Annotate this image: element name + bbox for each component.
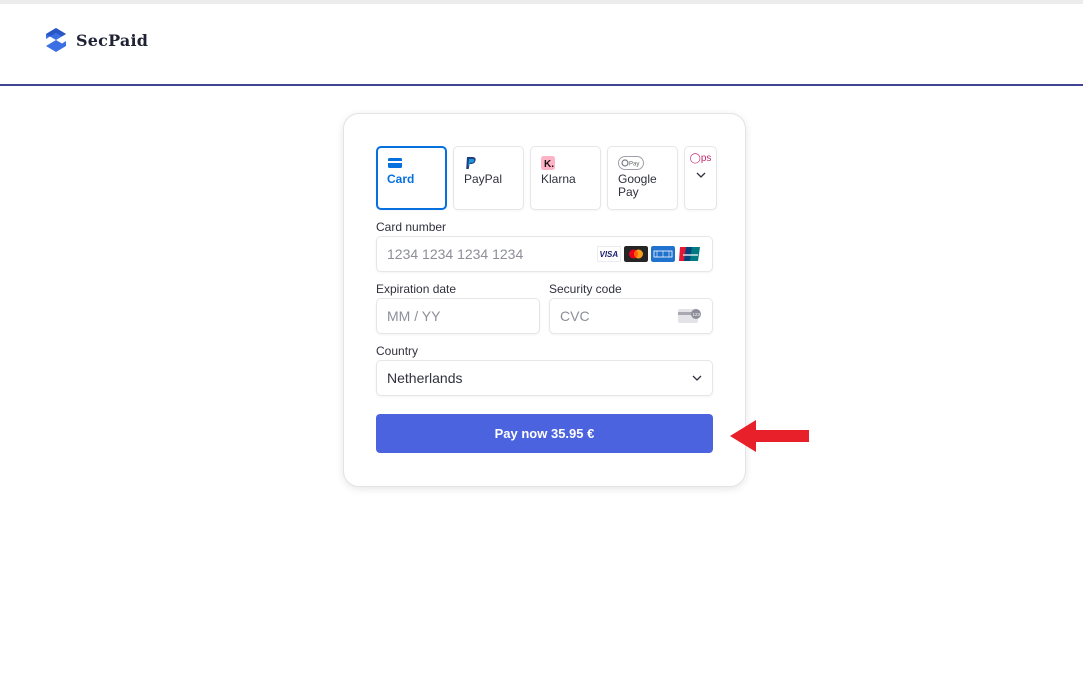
tab-google-pay[interactable]: Pay Google Pay bbox=[607, 146, 678, 210]
payment-form-panel: Card PayPal K. Klarna Pay Google Pay ◯ps… bbox=[343, 113, 746, 487]
country-value: Netherlands bbox=[387, 370, 463, 386]
site-header: SecPaid bbox=[0, 4, 1083, 86]
brand[interactable]: SecPaid bbox=[42, 26, 148, 54]
card-number-label: Card number bbox=[376, 220, 447, 234]
expiry-label: Expiration date bbox=[376, 282, 457, 296]
tab-klarna[interactable]: K. Klarna bbox=[530, 146, 601, 210]
country-select[interactable]: Netherlands bbox=[376, 360, 713, 396]
country-label: Country bbox=[376, 344, 419, 358]
svg-text:Pay: Pay bbox=[629, 162, 639, 168]
tab-more-methods[interactable]: ◯ps bbox=[684, 146, 717, 210]
google-pay-icon: Pay bbox=[618, 156, 644, 170]
tab-card[interactable]: Card bbox=[376, 146, 447, 210]
expiry-field[interactable] bbox=[376, 298, 540, 334]
tab-klarna-label: Klarna bbox=[541, 172, 576, 186]
cvc-field[interactable]: 123 bbox=[549, 298, 713, 334]
expiry-input[interactable] bbox=[377, 299, 539, 333]
more-methods-partial-label: ◯ps bbox=[689, 153, 712, 164]
tab-paypal-label: PayPal bbox=[464, 172, 503, 186]
tab-card-label: Card bbox=[387, 172, 415, 186]
visa-icon: VISA bbox=[597, 246, 621, 262]
mastercard-icon bbox=[624, 246, 648, 262]
paypal-icon bbox=[466, 157, 476, 169]
chevron-down-icon bbox=[696, 172, 705, 178]
unionpay-icon bbox=[678, 246, 702, 262]
svg-text:123: 123 bbox=[693, 312, 701, 317]
svg-text:VISA: VISA bbox=[600, 250, 619, 259]
card-brand-icons: VISA bbox=[597, 246, 702, 262]
card-number-field[interactable]: VISA bbox=[376, 236, 713, 272]
secpaid-logo-icon bbox=[46, 28, 66, 52]
cvc-label: Security code bbox=[549, 282, 622, 296]
svg-text:K.: K. bbox=[544, 159, 554, 170]
brand-name: SecPaid bbox=[76, 30, 149, 50]
pay-now-button[interactable]: Pay now 35.95 € bbox=[376, 414, 713, 453]
red-arrow-left-icon bbox=[730, 420, 809, 452]
credit-card-icon bbox=[388, 158, 402, 168]
cvc-card-icon: 123 bbox=[678, 309, 701, 323]
klarna-icon: K. bbox=[541, 156, 555, 170]
tab-paypal[interactable]: PayPal bbox=[453, 146, 524, 210]
amex-icon bbox=[651, 246, 675, 262]
chevron-down-icon bbox=[692, 375, 702, 381]
tab-google-pay-label: Google Pay bbox=[618, 172, 657, 199]
payment-method-tabs: Card PayPal K. Klarna Pay Google Pay ◯ps bbox=[376, 146, 717, 210]
